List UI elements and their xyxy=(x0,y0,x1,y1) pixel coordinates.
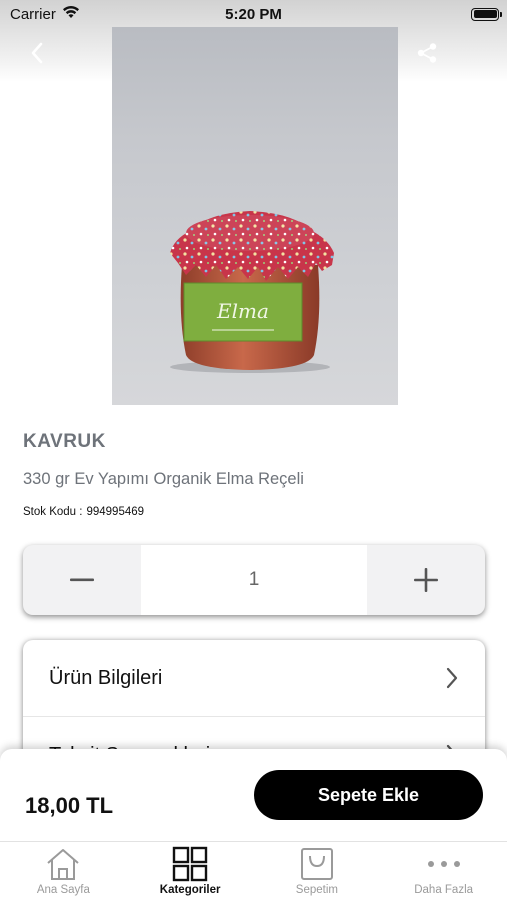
tab-more[interactable]: Daha Fazla xyxy=(380,842,507,900)
quantity-value[interactable]: 1 xyxy=(141,545,367,615)
jar-label-text: Elma xyxy=(216,299,269,323)
chevron-right-icon xyxy=(446,667,458,689)
wifi-icon xyxy=(62,5,80,23)
stock-code-label: Stok Kodu : xyxy=(23,506,83,518)
product-image[interactable]: Elma xyxy=(112,27,398,405)
tab-home[interactable]: Ana Sayfa xyxy=(0,842,127,900)
cart-bar: 18,00 TL Sepete Ekle xyxy=(0,749,507,841)
increment-button[interactable] xyxy=(367,545,485,615)
minus-icon xyxy=(70,578,94,582)
stock-code-value: 994995469 xyxy=(86,506,145,518)
plus-icon xyxy=(414,568,438,592)
stock-code-row: Stok Kodu : 994995469 xyxy=(23,506,144,518)
status-left: Carrier xyxy=(10,5,80,23)
product-price: 18,00 TL xyxy=(25,793,114,818)
grid-icon xyxy=(170,845,210,883)
add-to-cart-button[interactable]: Sepete Ekle xyxy=(254,770,483,820)
info-row-product-details[interactable]: Ürün Bilgileri xyxy=(23,640,485,716)
tab-label: Sepetim xyxy=(295,884,338,896)
share-icon xyxy=(417,43,437,63)
back-button[interactable] xyxy=(22,38,52,68)
tab-categories[interactable]: Kategoriler xyxy=(127,842,254,900)
home-icon xyxy=(43,845,83,883)
tab-label: Ana Sayfa xyxy=(36,884,90,896)
more-icon xyxy=(424,845,464,883)
share-button[interactable] xyxy=(412,38,442,68)
tab-cart[interactable]: Sepetim xyxy=(254,842,381,900)
product-name: 330 gr Ev Yapımı Organik Elma Reçeli xyxy=(23,470,304,488)
carrier-label: Carrier xyxy=(10,5,56,23)
product-hero: Elma xyxy=(0,0,507,405)
status-bar: Carrier 5:20 PM xyxy=(0,0,507,28)
tab-bar: Ana Sayfa Kategoriler Sepetim Daha Fazla xyxy=(0,841,507,900)
chevron-left-icon xyxy=(31,42,43,64)
decrement-button[interactable] xyxy=(23,545,141,615)
shopping-bag-icon xyxy=(297,845,337,883)
info-row-label: Ürün Bilgileri xyxy=(49,666,163,689)
battery-icon xyxy=(471,7,502,21)
tab-label: Kategoriler xyxy=(159,884,221,896)
product-brand: KAVRUK xyxy=(23,431,106,452)
quantity-stepper: 1 xyxy=(23,545,485,615)
tab-label: Daha Fazla xyxy=(414,884,474,896)
